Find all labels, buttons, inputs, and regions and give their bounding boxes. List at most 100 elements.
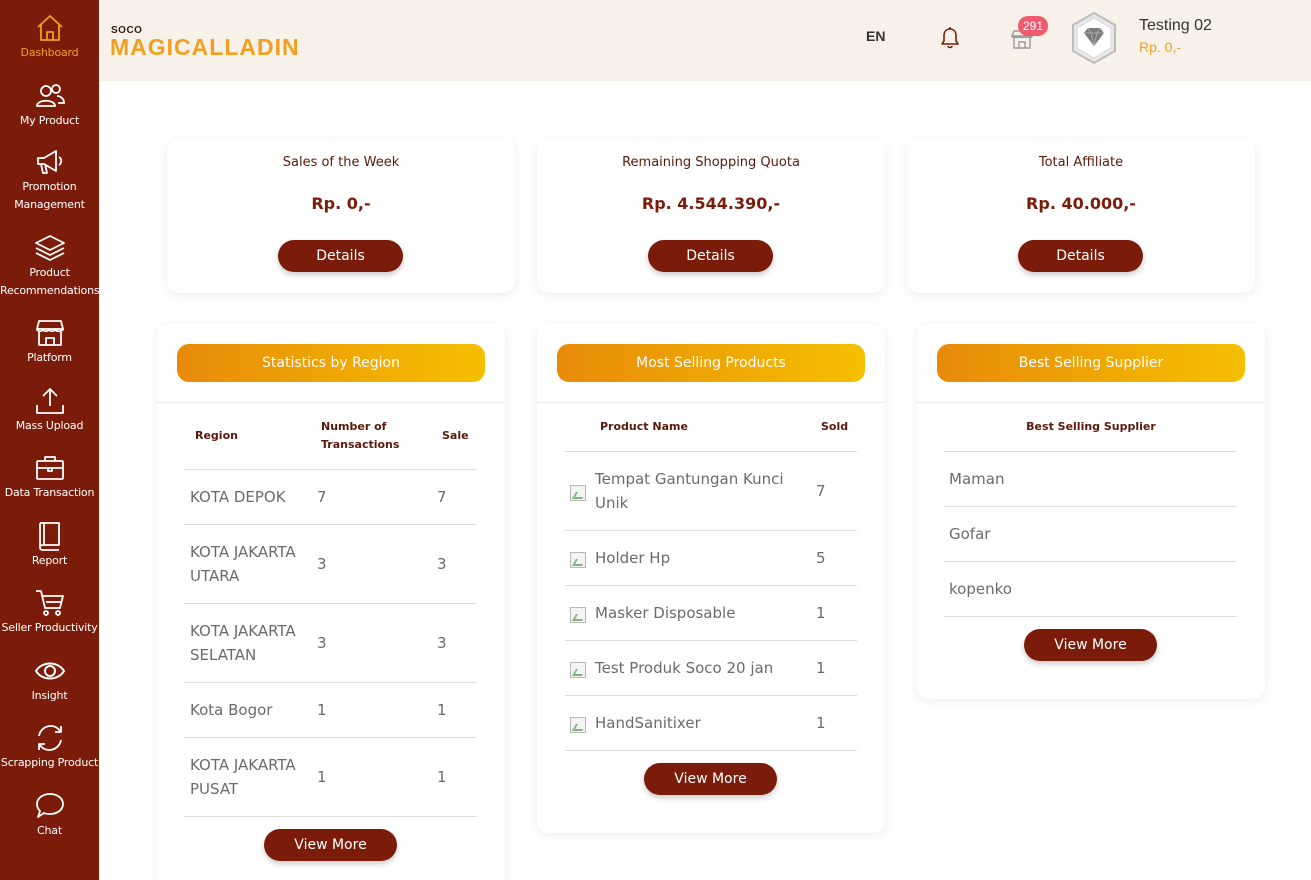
panel-title: Statistics by Region	[177, 344, 485, 382]
details-button[interactable]: Details	[278, 240, 403, 272]
sidebar-item-data-transaction[interactable]: Data Transaction	[0, 452, 99, 502]
book-icon	[38, 522, 60, 551]
sidebar-item-label: Platform	[27, 351, 72, 364]
divider	[184, 603, 477, 604]
region-cell: KOTA JAKARTA UTARA	[190, 543, 296, 585]
transactions-cell: 1	[317, 701, 327, 719]
view-more-button[interactable]: View More	[264, 829, 397, 861]
product-name-cell: Tempat Gantungan Kunci Unik	[595, 470, 784, 512]
region-cell: KOTA DEPOK	[190, 488, 286, 506]
divider	[917, 402, 1265, 403]
divider	[565, 530, 857, 531]
divider	[944, 561, 1237, 562]
sale-cell: 3	[437, 555, 447, 573]
sidebar-item-label: Dashboard	[20, 46, 79, 59]
product-image	[570, 607, 586, 623]
sidebar-item-dashboard[interactable]: Dashboard	[0, 12, 99, 62]
supplier-cell: kopenko	[949, 580, 1012, 598]
sidebar-item-insight[interactable]: Insight	[0, 655, 99, 705]
divider	[944, 451, 1237, 452]
sidebar-item-label: Mass Upload	[15, 419, 84, 432]
transactions-cell: 3	[317, 634, 327, 652]
sidebar-item-label: Seller Productivity	[1, 621, 98, 634]
divider	[565, 585, 857, 586]
megaphone-icon	[36, 150, 62, 174]
column-header-sold: Sold	[821, 420, 849, 433]
divider	[184, 816, 477, 817]
sidebar-item-mass-upload[interactable]: Mass Upload	[0, 385, 99, 435]
card-title: Total Affiliate	[1038, 155, 1124, 170]
sidebar-item-report[interactable]: Report	[0, 520, 99, 570]
logo[interactable]: MAGICALLADIN	[110, 34, 300, 61]
divider	[565, 695, 857, 696]
divider	[944, 616, 1237, 617]
sold-cell: 1	[816, 604, 826, 622]
column-header-product-name: Product Name	[600, 420, 688, 433]
view-more-button[interactable]: View More	[1024, 629, 1157, 661]
divider	[184, 524, 477, 525]
card-title: Remaining Shopping Quota	[622, 155, 800, 170]
sidebar-item-my-product[interactable]: My Product	[0, 80, 99, 130]
divider	[565, 750, 857, 751]
card-title: Sales of the Week	[282, 155, 400, 170]
layers-icon	[34, 235, 65, 261]
divider	[184, 682, 477, 683]
details-button[interactable]: Details	[648, 240, 773, 272]
sales-of-week-card: Sales of the Week Rp. 0,- Details	[167, 139, 515, 293]
column-header-region: Region	[195, 429, 238, 442]
details-button[interactable]: Details	[1018, 240, 1143, 272]
sidebar-item-promotion-management[interactable]: Promotion Management	[0, 146, 99, 214]
most-selling-products-panel: Most Selling Products Product Name Sold …	[537, 324, 885, 833]
sold-cell: 1	[816, 659, 826, 677]
divider	[565, 640, 857, 641]
divider	[565, 451, 857, 452]
column-header-transactions: Number of Transactions	[321, 420, 400, 451]
divider	[157, 402, 505, 403]
view-more-button[interactable]: View More	[644, 763, 777, 795]
user-name[interactable]: Testing 02	[1139, 17, 1212, 35]
sold-cell: 7	[816, 482, 826, 500]
sale-cell: 7	[437, 488, 447, 506]
region-cell: Kota Bogor	[190, 701, 273, 719]
product-name-cell: Masker Disposable	[595, 604, 736, 622]
eye-icon	[34, 662, 65, 680]
top-header: SOCO MAGICALLADIN EN 291 Testing 02 Rp. …	[99, 0, 1311, 81]
sidebar-item-chat[interactable]: Chat	[0, 790, 99, 840]
panel-title: Most Selling Products	[557, 344, 865, 382]
card-value: Rp. 4.544.390,-	[641, 194, 781, 213]
notification-badge: 291	[1018, 16, 1048, 36]
cart-icon	[35, 590, 64, 616]
divider	[537, 402, 885, 403]
sidebar-item-product-recommendations[interactable]: Product Recommendations	[0, 232, 100, 300]
sidebar-item-label: Data Transaction	[4, 486, 95, 499]
sale-cell: 1	[437, 768, 447, 786]
briefcase-icon	[35, 456, 64, 480]
supplier-cell: Maman	[949, 470, 1005, 488]
transactions-cell: 7	[317, 488, 327, 506]
refresh-icon	[37, 725, 62, 751]
home-icon	[36, 15, 63, 41]
bell-icon[interactable]	[939, 26, 961, 50]
column-header-supplier: Best Selling Supplier	[1026, 420, 1156, 433]
store-icon	[35, 320, 64, 346]
divider	[184, 469, 477, 470]
sidebar-item-seller-productivity[interactable]: Seller Productivity	[0, 587, 99, 637]
divider	[184, 737, 477, 738]
supplier-cell: Gofar	[949, 525, 991, 543]
upload-icon	[35, 388, 64, 414]
sold-cell: 5	[816, 549, 826, 567]
product-image	[570, 717, 586, 733]
product-name-cell: Test Produk Soco 20 jan	[595, 659, 774, 677]
sidebar-item-scrapping-product[interactable]: Scrapping Product	[0, 722, 99, 772]
avatar[interactable]	[1067, 11, 1121, 65]
sidebar-item-label: Scrapping Product	[0, 756, 99, 769]
sidebar-item-label: My Product	[19, 114, 80, 127]
sidebar-item-label: Product Recommendations	[0, 266, 100, 297]
product-name-cell: HandSanitixer	[595, 714, 701, 732]
language-selector[interactable]: EN	[866, 28, 885, 44]
sidebar-item-label: Promotion Management	[14, 180, 85, 211]
sidebar-item-platform[interactable]: Platform	[0, 317, 99, 367]
sale-cell: 3	[437, 634, 447, 652]
sale-cell: 1	[437, 701, 447, 719]
column-header-sale: Sale	[442, 429, 469, 442]
